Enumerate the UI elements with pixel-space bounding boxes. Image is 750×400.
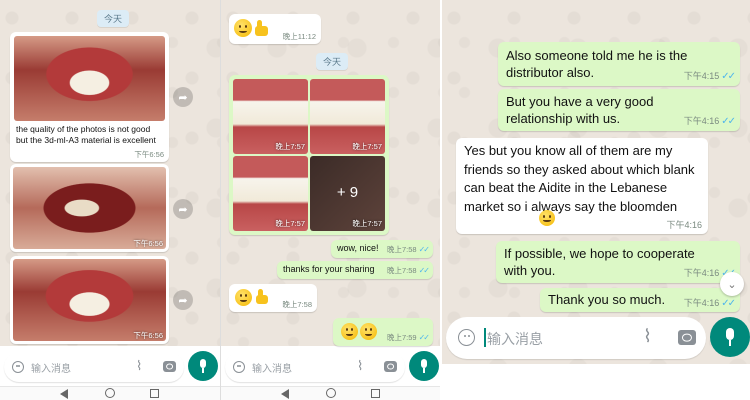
text-cursor	[484, 328, 486, 347]
chat-panel-1: 今天 the quality of the photos is not good…	[0, 0, 220, 400]
message-photo[interactable]	[13, 167, 166, 249]
date-chip: 今天	[97, 10, 130, 27]
photo-time: 晚上7:57	[275, 219, 305, 228]
paperclip-icon[interactable]: ⌇	[643, 326, 652, 347]
thumbs-up-icon	[256, 289, 271, 304]
grin-emoji-icon	[234, 19, 252, 37]
recents-icon[interactable]	[371, 389, 380, 398]
message-time: 下午6:56	[133, 239, 163, 248]
forward-icon[interactable]: ➦	[173, 199, 193, 219]
text-message[interactable]: Also someone told me he is the distribut…	[498, 42, 740, 86]
microphone-icon	[198, 359, 208, 373]
system-navbar	[221, 386, 440, 400]
message-text: Thank you so much.	[548, 292, 666, 307]
microphone-icon	[419, 359, 429, 373]
photo-time: 晚上7:57	[275, 142, 305, 151]
smirk-emoji-icon	[360, 323, 377, 340]
text-message[interactable]: Yes but you know all of them are my frie…	[456, 138, 708, 234]
read-ticks-icon: ✓✓	[721, 71, 736, 82]
message-input-bar[interactable]: 输入消息 ⌇	[446, 317, 706, 359]
paperclip-icon[interactable]: ⌇	[136, 358, 142, 374]
grin-emoji-icon	[539, 210, 555, 226]
message-text: wow, nice!	[337, 243, 379, 253]
message-time: 晚上7:59	[386, 333, 417, 342]
smirk-emoji-icon	[341, 323, 358, 340]
image-message[interactable]: 下午6:56	[10, 164, 169, 252]
image-message[interactable]: 下午6:56	[10, 256, 169, 344]
message-time: 晚上7:58	[386, 245, 417, 254]
photo-album-message[interactable]: 晚上7:57 晚上7:57 晚上7:57 + 9 晚上7:57	[229, 75, 389, 235]
forward-icon[interactable]: ➦	[173, 290, 193, 310]
smiley-icon[interactable]	[12, 361, 24, 373]
text-message[interactable]: But you have a very good relationship wi…	[498, 89, 740, 131]
mic-button[interactable]	[710, 317, 750, 357]
image-message[interactable]: the quality of the photos is not good bu…	[10, 32, 169, 162]
emoji-message[interactable]: 晚上7:59 ✓✓	[333, 318, 433, 346]
chat-panel-2: 晚上11:12 今天 晚上7:57 晚上7:57 晚上7:57 + 9 晚上7:…	[220, 0, 440, 400]
paperclip-icon[interactable]: ⌇	[357, 358, 363, 374]
mic-button[interactable]	[188, 351, 218, 381]
message-time: 下午4:15	[683, 71, 720, 81]
message-photo[interactable]	[13, 259, 166, 341]
read-ticks-icon: ✓✓	[418, 266, 430, 275]
message-input[interactable]: 输入消息	[487, 329, 543, 349]
message-time: 晚上11:12	[282, 32, 316, 41]
message-time: 下午6:56	[133, 331, 163, 340]
emoji-message[interactable]: 晚上11:12	[229, 14, 321, 44]
text-message[interactable]: wow, nice! 晚上7:58 ✓✓	[331, 240, 433, 258]
mic-button[interactable]	[409, 351, 439, 381]
message-input-bar[interactable]: 输入消息 ⌇	[4, 352, 184, 382]
message-time: 下午4:16	[683, 116, 720, 126]
message-photo[interactable]	[14, 36, 165, 121]
album-photo[interactable]: 晚上7:57	[233, 79, 308, 154]
message-time: 晚上7:58	[282, 300, 312, 309]
text-message[interactable]: Thank you so much. 下午4:16 ✓✓	[540, 288, 740, 312]
camera-icon[interactable]	[384, 361, 397, 372]
smiley-icon[interactable]	[233, 361, 245, 373]
chevron-down-icon[interactable]: ⌄	[720, 272, 744, 296]
album-photo[interactable]: 晚上7:57	[310, 79, 385, 154]
microphone-icon	[724, 328, 736, 346]
photo-time: 晚上7:57	[352, 142, 382, 151]
home-icon[interactable]	[105, 388, 115, 398]
system-navbar	[0, 386, 220, 400]
read-ticks-icon: ✓✓	[721, 116, 736, 127]
message-time: 下午4:16	[683, 298, 720, 308]
smiley-icon[interactable]	[458, 329, 475, 346]
grin-emoji-icon	[235, 289, 252, 306]
forward-icon[interactable]: ➦	[173, 87, 193, 107]
read-ticks-icon: ✓✓	[418, 245, 430, 254]
message-input[interactable]: 输入消息	[252, 360, 292, 375]
message-time: 晚上7:58	[386, 266, 417, 275]
emoji-message[interactable]: 晚上7:58	[229, 284, 317, 312]
text-message[interactable]: thanks for your sharing 晚上7:58 ✓✓	[277, 261, 433, 279]
camera-icon[interactable]	[678, 330, 696, 345]
message-input-bar[interactable]: 输入消息 ⌇	[225, 352, 405, 382]
camera-icon[interactable]	[163, 361, 176, 372]
home-icon[interactable]	[326, 388, 336, 398]
date-chip: 今天	[316, 53, 349, 70]
back-icon[interactable]	[281, 389, 289, 399]
more-count: + 9	[336, 184, 359, 201]
message-input[interactable]: 输入消息	[31, 360, 71, 375]
back-icon[interactable]	[60, 389, 68, 399]
read-ticks-icon: ✓✓	[418, 333, 430, 342]
message-text: Yes but you know all of them are my frie…	[464, 143, 695, 214]
thumbs-up-icon	[255, 20, 271, 36]
message-time: 下午4:16	[666, 220, 702, 230]
message-text: thanks for your sharing	[283, 264, 375, 274]
message-time: 下午4:16	[683, 268, 720, 278]
recents-icon[interactable]	[150, 389, 159, 398]
message-text: If possible, we hope to cooperate with y…	[504, 246, 695, 278]
message-time: 下午6:56	[134, 150, 164, 159]
read-ticks-icon: ✓✓	[721, 298, 736, 309]
text-message[interactable]: If possible, we hope to cooperate with y…	[496, 241, 740, 283]
album-photo[interactable]: 晚上7:57	[233, 156, 308, 231]
chat-panel-3: Also someone told me he is the distribut…	[442, 0, 750, 400]
photo-caption: the quality of the photos is not good bu…	[16, 124, 156, 145]
album-more-photo[interactable]: + 9 晚上7:57	[310, 156, 385, 231]
photo-time: 晚上7:57	[352, 219, 382, 228]
